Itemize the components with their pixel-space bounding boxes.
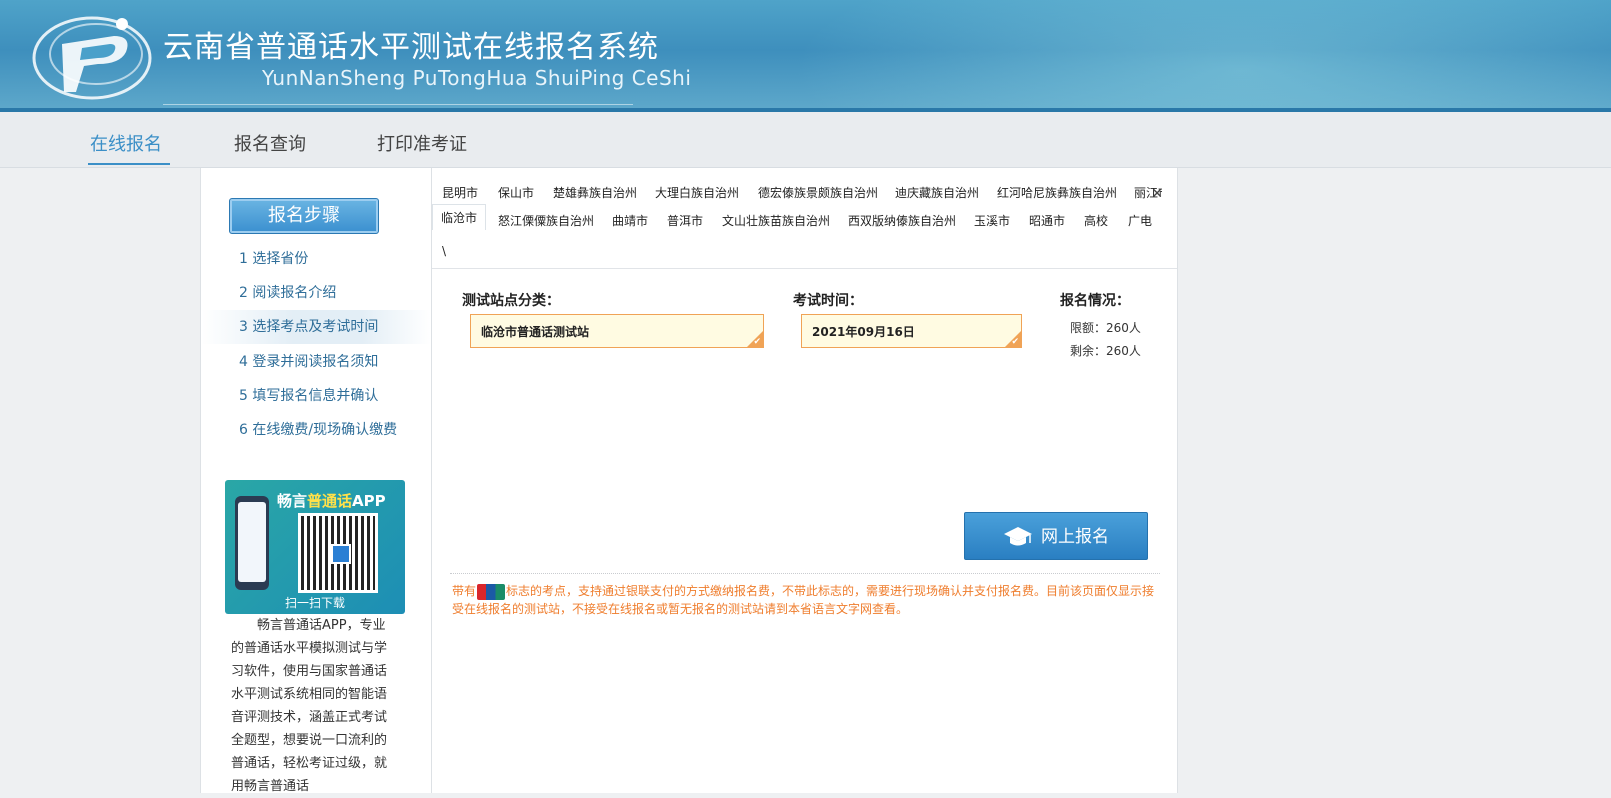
city-tab-zhaotong[interactable]: 昭通市 [1029,212,1065,229]
city-tab-kunming[interactable]: 昆明市 [442,184,478,201]
site-subtitle: YunNanSheng PuTongHua ShuiPing CeShi [262,66,692,90]
step-1: 1 选择省份 [239,251,309,267]
city-tab-dali[interactable]: 大理白族自治州 [655,184,739,201]
qr-center-logo-icon [331,544,351,564]
nav-registration-query[interactable]: 报名查询 [234,130,306,156]
city-tab-qujing[interactable]: 曲靖市 [612,212,648,229]
expand-more-icon[interactable]: ✕ [1151,186,1163,202]
city-tab-baoshan[interactable]: 保山市 [498,184,534,201]
title-divider [163,104,633,105]
main-panel: 昆明市 保山市 楚雄彝族自治州 大理白族自治州 德宏傣族景颇族自治州 迪庆藏族自… [431,168,1178,793]
online-apply-button[interactable]: 网上报名 [964,512,1148,560]
step-4: 4 登录并阅读报名须知 [239,354,379,370]
app-description: 畅言普通话APP，专业的普通话水平模拟测试与学习软件，使用与国家普通话水平测试系… [231,618,388,794]
nav-online-registration[interactable]: 在线报名 [90,130,162,156]
exam-time-select[interactable]: 2021年09月16日 ✔ [801,314,1022,348]
site-category-label: 测试站点分类： [462,293,560,309]
city-tab-xishuangbanna[interactable]: 西双版纳傣族自治州 [848,212,956,229]
step-3: 3 选择考点及考试时间 [201,310,431,344]
main-nav: 在线报名 报名查询 打印准考证 [0,112,1611,168]
registration-status-label: 报名情况： [1060,293,1130,309]
city-tab-yuxi[interactable]: 玉溪市 [974,212,1010,229]
step-6: 6 在线缴费/现场确认缴费 [239,422,398,438]
nav-print-admission[interactable]: 打印准考证 [377,130,467,156]
city-tab-honghe[interactable]: 红河哈尼族彝族自治州 [997,184,1117,201]
steps-title: 报名步骤 [229,198,379,234]
step-5: 5 填写报名信息并确认 [239,388,379,404]
app-title: 畅言普通话APP [277,492,386,510]
notice-text: 标志的考点，支持通过银联支付的方式缴纳报名费，不带此标志的，需要进行现场确认并支… [452,584,1155,616]
app-download-banner[interactable]: 畅言普通话APP 扫一扫下载 [225,480,405,614]
quota-limit: 限额：260人 [1070,321,1141,335]
city-tab-guangdian[interactable]: 广电 [1128,212,1152,229]
phone-icon [235,496,269,590]
city-extra-mark: \ [442,244,447,258]
notice-divider [450,573,1160,574]
checkmark-icon: ✔ [1011,337,1019,347]
city-tab-puer[interactable]: 普洱市 [667,212,703,229]
graduation-cap-icon [1004,527,1032,546]
online-apply-label: 网上报名 [1041,527,1109,547]
checkmark-icon: ✔ [753,337,761,347]
app-scan-label: 扫一扫下载 [284,596,345,610]
site-category-value: 临沧市普通话测试站 [481,325,590,339]
exam-time-label: 考试时间： [793,293,863,309]
nav-active-indicator [88,163,170,165]
header-glow [791,0,1611,112]
city-tab-gaoxiao[interactable]: 高校 [1084,212,1108,229]
city-tabs: 昆明市 保山市 楚雄彝族自治州 大理白族自治州 德宏傣族景颇族自治州 迪庆藏族自… [432,168,1177,269]
site-title: 云南省普通话水平测试在线报名系统 [163,30,659,65]
city-tab-nujiang[interactable]: 怒江傈僳族自治州 [498,212,594,229]
site-header: 云南省普通话水平测试在线报名系统 YunNanSheng PuTongHua S… [0,0,1611,112]
city-tab-lincang[interactable]: 临沧市 [432,204,487,230]
step-2: 2 阅读报名介绍 [239,285,337,301]
city-tab-diqing[interactable]: 迪庆藏族自治州 [895,184,979,201]
city-tab-chuxiong[interactable]: 楚雄彝族自治州 [553,184,637,201]
quota-remaining: 剩余：260人 [1070,344,1141,358]
city-tab-wenshan[interactable]: 文山壮族苗族自治州 [722,212,830,229]
site-category-select[interactable]: 临沧市普通话测试站 ✔ [470,314,764,348]
unionpay-icon [477,583,506,600]
exam-time-value: 2021年09月16日 [812,325,915,339]
steps-sidebar: 报名步骤 1 选择省份 2 阅读报名介绍 3 选择考点及考试时间 4 登录并阅读… [200,168,431,794]
city-tab-dehong[interactable]: 德宏傣族景颇族自治州 [758,184,878,201]
notice-prefix: 带有 [452,584,477,598]
payment-notice: 带有 标志的考点，支持通过银联支付的方式缴纳报名费，不带此标志的，需要进行现场确认… [452,582,1164,618]
psc-logo-icon [32,16,152,100]
